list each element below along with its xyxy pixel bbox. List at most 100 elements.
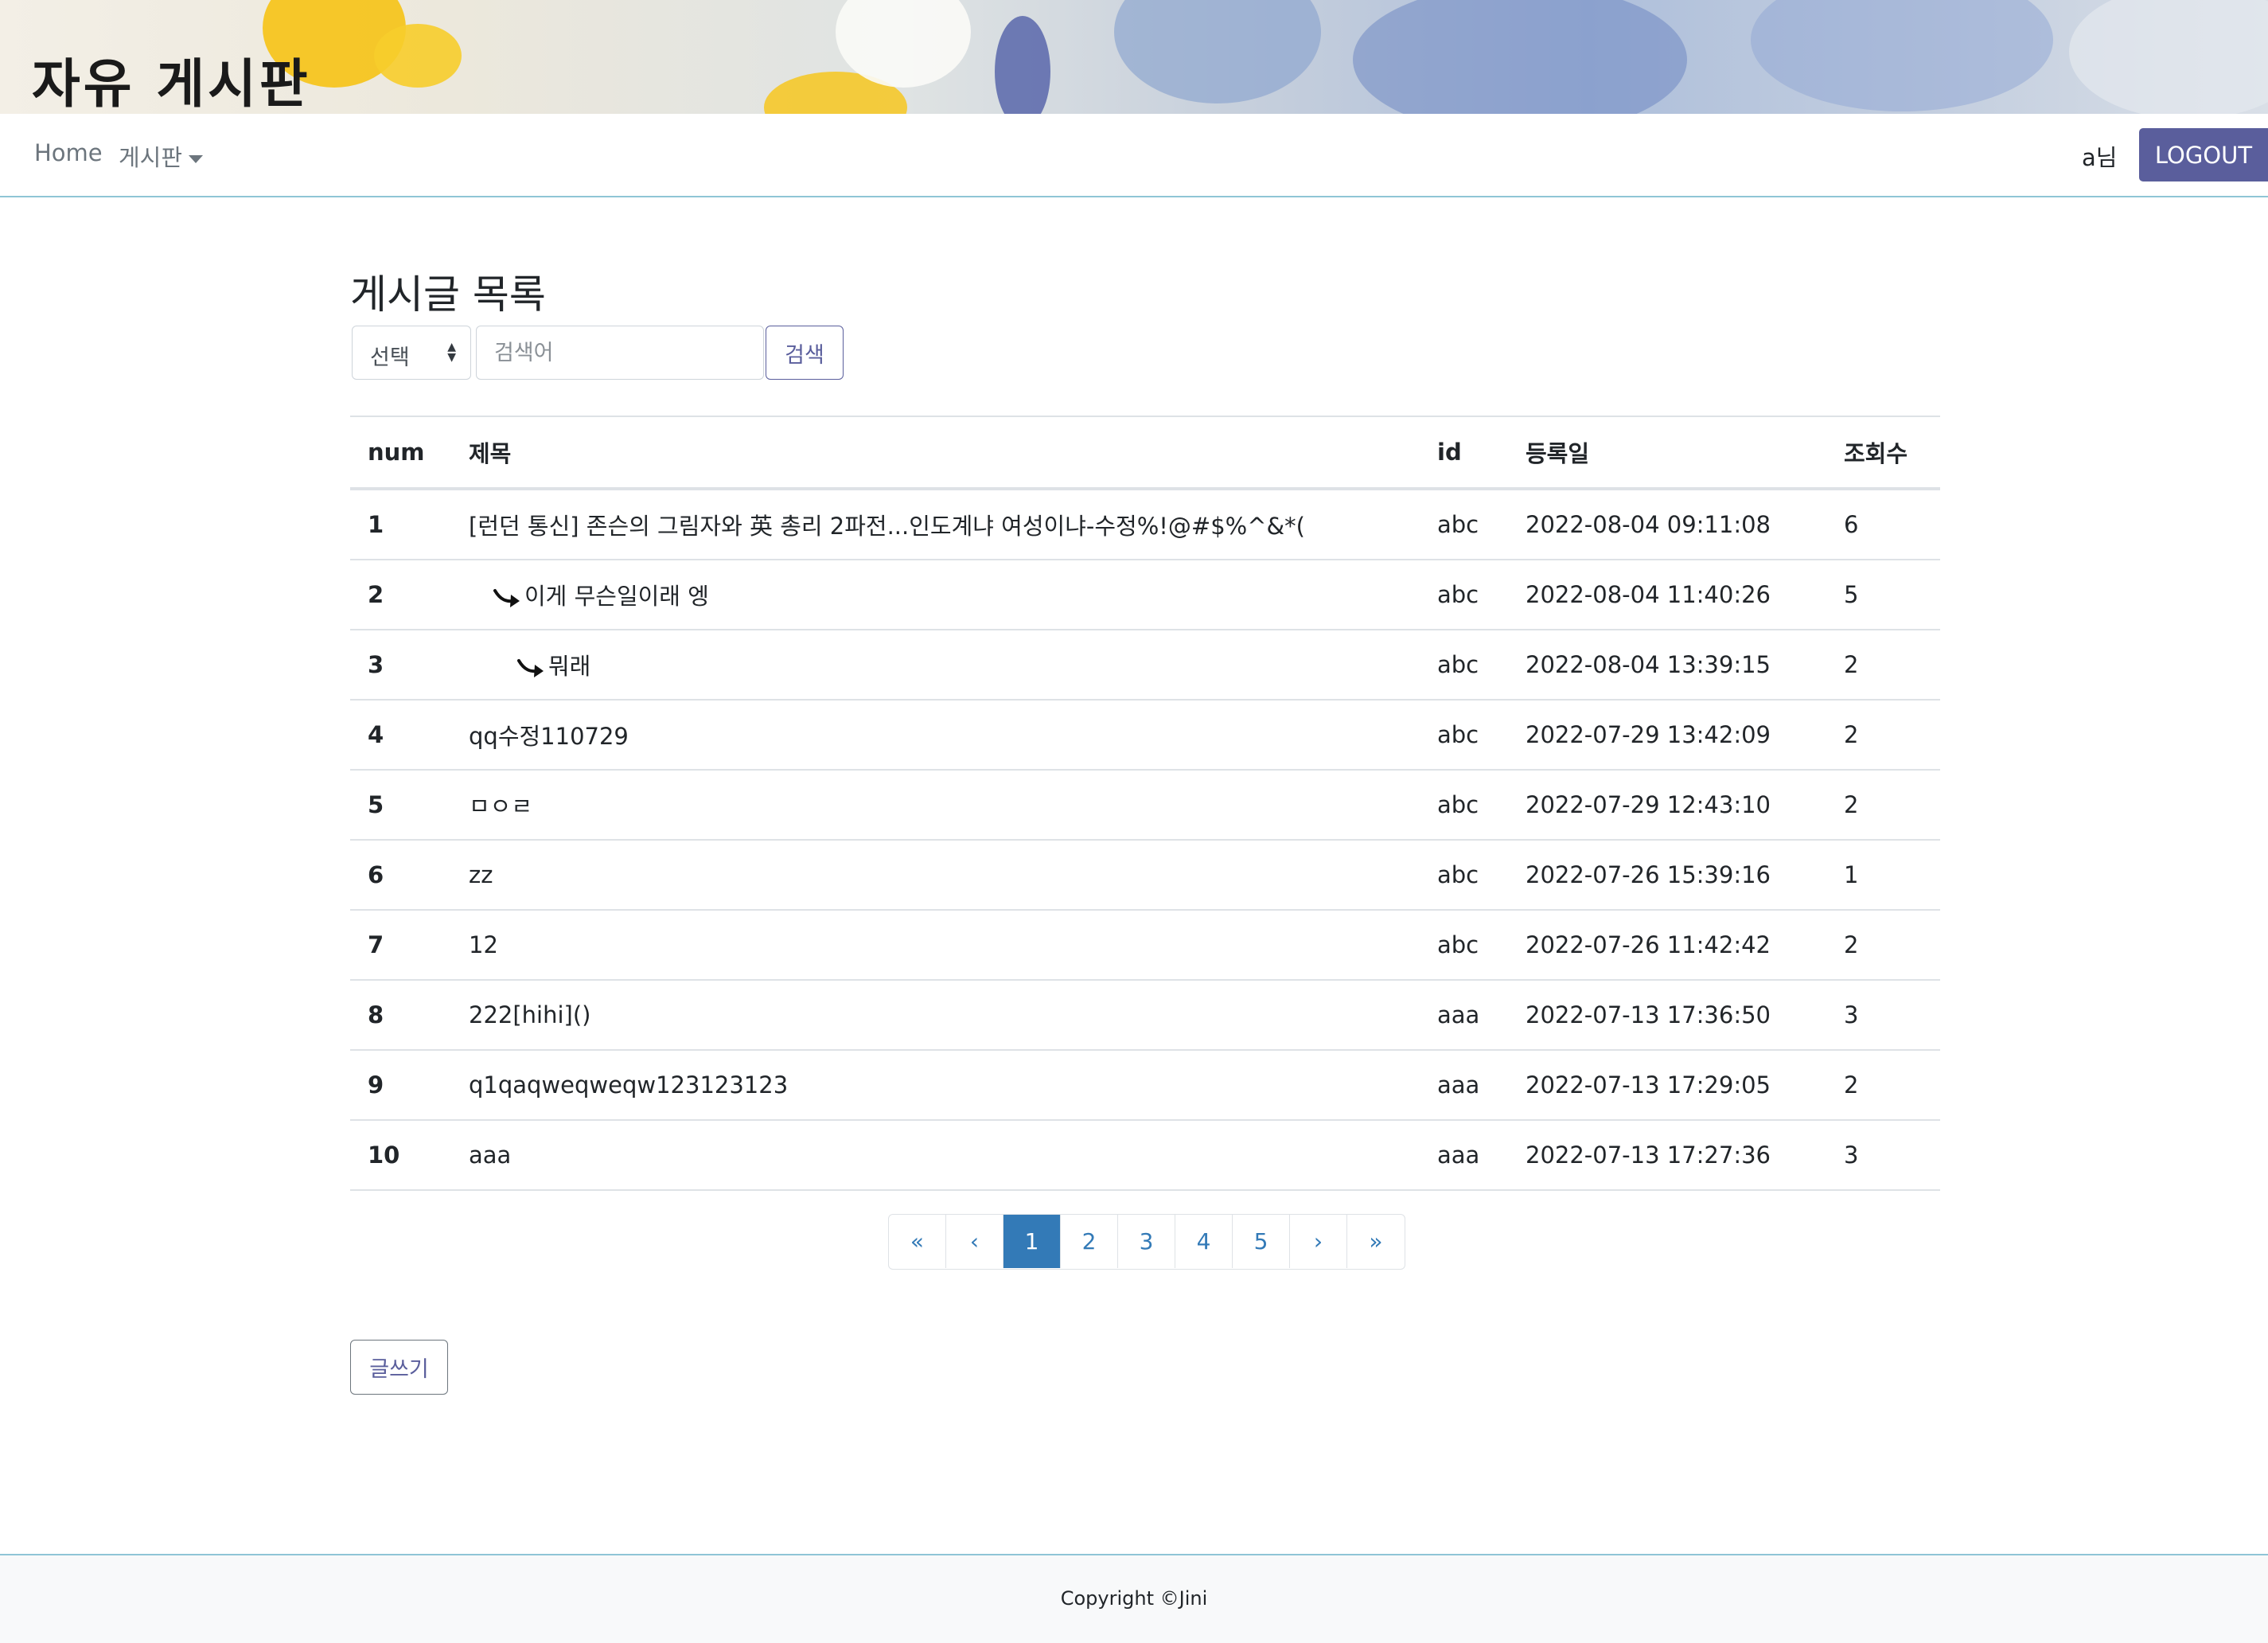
banner-paint-blue-4 [1751, 0, 2053, 111]
board-table: num 제목 id 등록일 조회수 1 [런던 통신] 존슨의 그림자와 英 총리… [350, 416, 1940, 1191]
row-views: 2 [1826, 1050, 1940, 1121]
row-author-id: abc [1420, 770, 1508, 841]
row-views: 2 [1826, 700, 1940, 771]
column-header-num: num [350, 416, 451, 490]
row-date: 2022-07-29 13:42:09 [1508, 700, 1826, 771]
post-title-link[interactable]: 12 [469, 931, 498, 958]
page-last-button[interactable]: » [1347, 1215, 1405, 1268]
reply-arrow-icon [493, 589, 520, 607]
row-author-id: abc [1420, 700, 1508, 771]
nav-board-label: 게시판 [119, 144, 183, 171]
nav-board-dropdown[interactable]: 게시판 [119, 139, 204, 173]
post-title-text: [런던 통신] 존슨의 그림자와 英 총리 2파전...인도계냐 여성이냐-수정… [469, 513, 1305, 540]
post-title-link[interactable]: 뭐래 [469, 653, 590, 680]
user-name: a님 [2082, 144, 2118, 171]
row-author-id: aaa [1420, 1050, 1508, 1121]
write-post-button[interactable]: 글쓰기 [350, 1340, 448, 1395]
search-type-value: 선택 [370, 345, 410, 370]
row-date: 2022-07-13 17:36:50 [1508, 980, 1826, 1051]
row-num: 9 [350, 1050, 451, 1121]
post-title-text: ㅁㅇㄹ [469, 793, 533, 820]
row-title-cell: zz [451, 840, 1420, 911]
post-title-text: 12 [469, 931, 498, 958]
row-views: 3 [1826, 1120, 1940, 1191]
navbar: Home 게시판 a님 LOGOUT [0, 114, 2268, 197]
post-title-text: q1qaqweqweqw123123123 [469, 1071, 789, 1099]
table-row: 7 12 abc 2022-07-26 11:42:42 2 [350, 910, 1940, 981]
post-title-link[interactable]: qq수정110729 [469, 723, 629, 750]
row-date: 2022-08-04 13:39:15 [1508, 630, 1826, 701]
banner-title: 자유 게시판 [32, 53, 311, 114]
post-title-link[interactable]: 222[hihi]() [469, 1001, 590, 1028]
header-banner: 자유 게시판 [0, 0, 2268, 114]
column-header-title: 제목 [451, 416, 1420, 490]
column-header-views: 조회수 [1826, 416, 1940, 490]
page-first-button[interactable]: « [889, 1215, 946, 1268]
table-row: 8 222[hihi]() aaa 2022-07-13 17:36:50 3 [350, 980, 1940, 1051]
row-num: 4 [350, 700, 451, 771]
page-5-button[interactable]: 5 [1233, 1215, 1290, 1268]
page-prev-button[interactable]: ‹ [946, 1215, 1003, 1268]
post-title-text: 222[hihi]() [469, 1001, 591, 1028]
post-title-text: aaa [469, 1142, 512, 1169]
post-title-link[interactable]: [런던 통신] 존슨의 그림자와 英 총리 2파전...인도계냐 여성이냐-수정… [469, 513, 1305, 540]
row-views: 2 [1826, 910, 1940, 981]
table-row: 10 aaa aaa 2022-07-13 17:27:36 3 [350, 1120, 1940, 1191]
table-row: 4 qq수정110729 abc 2022-07-29 13:42:09 2 [350, 700, 1940, 771]
nav-home-link[interactable]: Home [34, 139, 103, 166]
table-row: 2 이게 무슨일이래 엥 abc 2022-08-04 11:40:26 5 [350, 560, 1940, 630]
row-date: 2022-07-26 15:39:16 [1508, 840, 1826, 911]
banner-paint-blue-3 [1353, 0, 1687, 114]
post-title-link[interactable]: aaa [469, 1142, 511, 1169]
table-body: 1 [런던 통신] 존슨의 그림자와 英 총리 2파전...인도계냐 여성이냐-수… [350, 489, 1940, 1191]
row-views: 6 [1826, 489, 1940, 560]
page-title: 게시글 목록 [350, 271, 546, 318]
select-arrows-icon: ▲ ▼ [447, 341, 456, 364]
page-next-button[interactable]: › [1290, 1215, 1347, 1268]
row-num: 7 [350, 910, 451, 981]
row-num: 3 [350, 630, 451, 701]
row-title-cell: 12 [451, 910, 1420, 981]
row-title-cell: qq수정110729 [451, 700, 1420, 771]
search-input[interactable] [476, 326, 764, 380]
row-num: 2 [350, 560, 451, 630]
table-row: 1 [런던 통신] 존슨의 그림자와 英 총리 2파전...인도계냐 여성이냐-수… [350, 489, 1940, 560]
row-num: 5 [350, 770, 451, 841]
post-title-text: zz [469, 861, 493, 888]
search-button[interactable]: 검색 [766, 326, 844, 380]
page-4-button[interactable]: 4 [1175, 1215, 1233, 1268]
row-author-id: aaa [1420, 980, 1508, 1051]
row-title-cell: [런던 통신] 존슨의 그림자와 英 총리 2파전...인도계냐 여성이냐-수정… [451, 489, 1420, 560]
table-row: 5 ㅁㅇㄹ abc 2022-07-29 12:43:10 2 [350, 770, 1940, 841]
logout-button[interactable]: LOGOUT [2139, 128, 2268, 181]
row-title-cell: 222[hihi]() [451, 980, 1420, 1051]
table-row: 9 q1qaqweqweqw123123123 aaa 2022-07-13 17:2… [350, 1050, 1940, 1121]
table-row: 3 뭐래 abc 2022-08-04 13:39:15 2 [350, 630, 1940, 701]
row-title-cell: q1qaqweqweqw123123123 [451, 1050, 1420, 1121]
row-author-id: abc [1420, 630, 1508, 701]
post-title-link[interactable]: ㅁㅇㄹ [469, 793, 532, 820]
copyright-text: Copyright ©Jini [1060, 1587, 1208, 1610]
post-title-link[interactable]: q1qaqweqweqw123123123 [469, 1071, 788, 1099]
page-2-button[interactable]: 2 [1061, 1215, 1118, 1268]
row-num: 6 [350, 840, 451, 911]
banner-paint-yellow-2 [374, 24, 462, 88]
row-views: 3 [1826, 980, 1940, 1051]
row-date: 2022-07-13 17:27:36 [1508, 1120, 1826, 1191]
search-type-select[interactable]: 선택 ▲ ▼ [352, 326, 471, 380]
page-1-button[interactable]: 1 [1003, 1215, 1061, 1268]
row-author-id: abc [1420, 560, 1508, 630]
row-title-cell: 이게 무슨일이래 엥 [451, 560, 1420, 630]
post-title-link[interactable]: 이게 무슨일이래 엥 [469, 583, 709, 610]
post-title-text: 이게 무슨일이래 엥 [524, 583, 709, 610]
row-date: 2022-07-29 12:43:10 [1508, 770, 1826, 841]
row-date: 2022-08-04 09:11:08 [1508, 489, 1826, 560]
page-3-button[interactable]: 3 [1118, 1215, 1175, 1268]
row-views: 5 [1826, 560, 1940, 630]
row-num: 10 [350, 1120, 451, 1191]
pagination: « ‹ 1 2 3 4 5 › » [888, 1214, 1405, 1270]
row-num: 8 [350, 980, 451, 1051]
row-date: 2022-08-04 11:40:26 [1508, 560, 1826, 630]
post-title-link[interactable]: zz [469, 861, 493, 888]
row-author-id: abc [1420, 489, 1508, 560]
